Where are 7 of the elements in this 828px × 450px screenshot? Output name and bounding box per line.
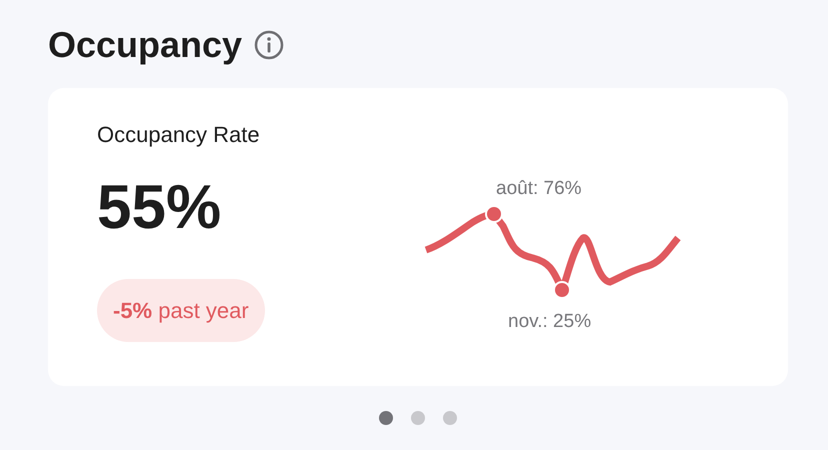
info-icon[interactable] [254, 30, 284, 60]
max-point-label: août: 76% [496, 177, 582, 201]
min-point-label: nov.: 25% [508, 310, 592, 334]
occupancy-value: 55% [97, 176, 222, 238]
card-title: Occupancy Rate [97, 121, 261, 148]
section-title: Occupancy [48, 27, 242, 63]
change-badge: -5% past year [97, 278, 265, 342]
